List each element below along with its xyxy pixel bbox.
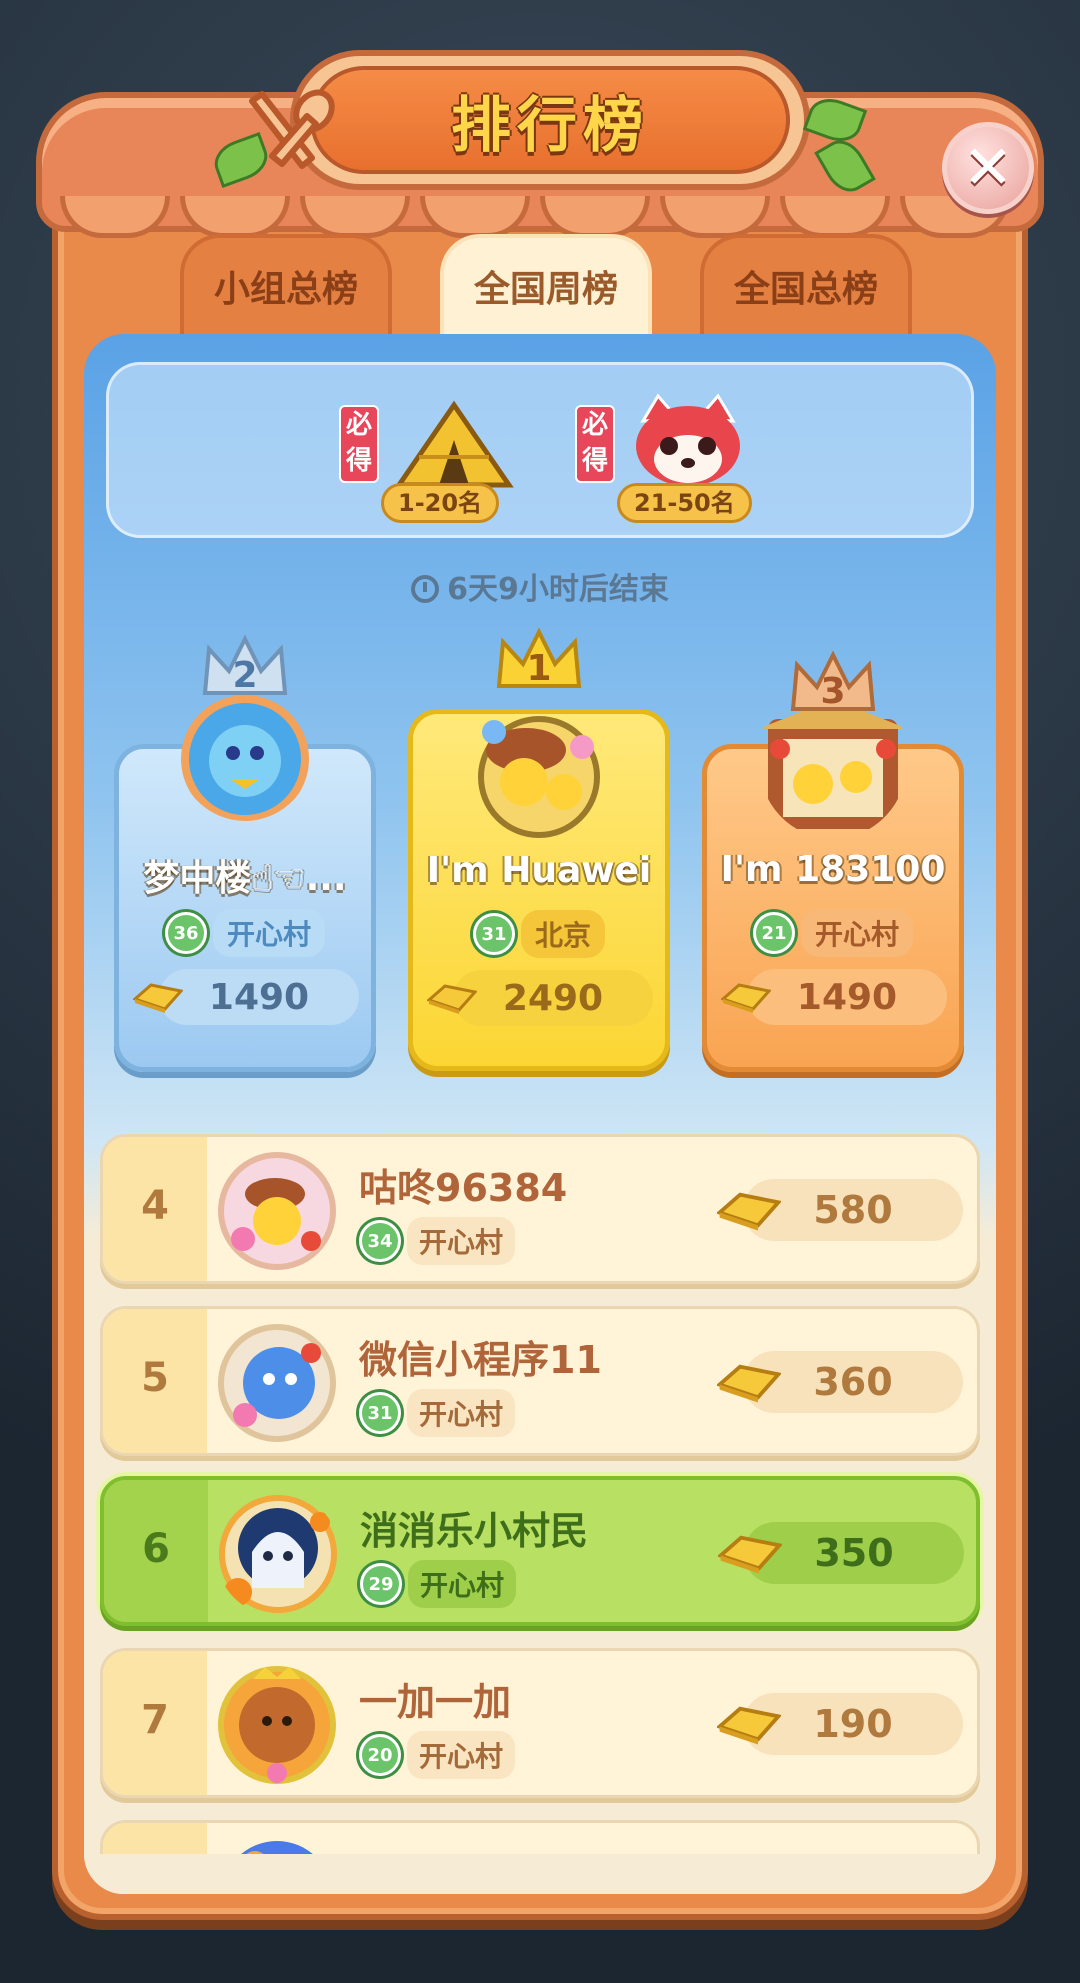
tab-label: 全国总榜 <box>733 269 878 310</box>
gold-bar-icon <box>427 984 477 1014</box>
score-pill: 2490 <box>453 970 653 1026</box>
tab-national-total[interactable]: 全国总榜 <box>700 234 912 334</box>
fork-spoon-icon <box>249 89 335 169</box>
list-item-self[interactable]: 6 消消乐小村民 29 开心村 350 <box>100 1476 980 1626</box>
list-item[interactable]: 4 咕咚96384 34 开心村 580 <box>100 1134 980 1284</box>
player-name: I'm 183100 <box>720 849 946 890</box>
gold-bar-icon <box>717 1192 781 1231</box>
location-label: 开心村 <box>407 1731 516 1779</box>
reward-tag: 必得 <box>339 405 379 483</box>
crown-gold-icon: 1 <box>491 624 587 694</box>
list-item[interactable]: 5 微信小程序11 31 开心村 360 <box>100 1306 980 1456</box>
player-name: 消消乐小村民 <box>360 1509 589 1553</box>
countdown-text: 6天9小时后结束 <box>447 572 669 607</box>
player-name: I'm Huawei <box>426 850 652 891</box>
gold-bar-icon <box>721 983 771 1013</box>
reward-range: 1-20名 <box>381 483 500 523</box>
level-badge: 36 <box>164 912 207 954</box>
row-rank: 4 <box>141 1183 169 1229</box>
page-title: 排行榜 <box>451 90 649 161</box>
player-avatar <box>218 1324 336 1442</box>
player-name: 一加一加 <box>359 1680 512 1724</box>
player-meta: 20 开心村 <box>359 1731 516 1779</box>
gold-bar-icon <box>717 1706 781 1745</box>
player-avatar <box>219 1495 337 1613</box>
player-meta: 36 开心村 <box>119 909 371 957</box>
podium-rank: 3 <box>820 671 846 712</box>
location-label: 开心村 <box>407 1389 516 1437</box>
title-banner: 排行榜 <box>310 66 790 174</box>
player-avatar <box>218 1666 336 1784</box>
score-pill: 1490 <box>747 969 947 1025</box>
crown-silver-icon: 2 <box>197 631 293 701</box>
tent-icon <box>394 400 514 488</box>
player-name: 咕咚96384 <box>359 1166 568 1210</box>
player-meta: 31 开心村 <box>359 1389 516 1437</box>
player-avatar <box>218 1152 336 1270</box>
leaderboard-content[interactable]: 必得 1-20名 必得 21-50名 6天9小时后结束 2 梦中楼☝☜... 3… <box>84 334 996 1894</box>
level-badge: 34 <box>359 1220 401 1262</box>
tab-label: 小组总榜 <box>213 269 358 310</box>
level-badge: 31 <box>472 913 515 955</box>
location-label: 北京 <box>520 910 605 958</box>
podium-card-3[interactable]: 3 I'm 183100 21 开心村 1490 <box>702 650 964 1072</box>
reward-box: 必得 1-20名 必得 21-50名 <box>106 362 974 538</box>
podium-rank: 1 <box>526 648 552 689</box>
gold-bar-icon <box>717 1364 781 1403</box>
list-bottom-edge <box>84 1854 996 1894</box>
location-label: 开心村 <box>408 1560 517 1608</box>
level-badge: 31 <box>359 1392 401 1434</box>
clock-icon <box>411 575 440 603</box>
reward-range: 21-50名 <box>617 483 752 523</box>
red-panda-avatar <box>636 393 740 486</box>
player-meta: 34 开心村 <box>359 1217 516 1265</box>
tab-label: 全国周榜 <box>473 269 618 310</box>
crown-bronze-icon: 3 <box>785 647 881 717</box>
tab-national-weekly[interactable]: 全国周榜 <box>440 234 652 334</box>
player-name: 微信小程序11 <box>359 1338 602 1382</box>
gold-bar-icon <box>718 1535 782 1574</box>
level-badge: 29 <box>360 1563 402 1605</box>
player-meta: 21 开心村 <box>707 909 959 957</box>
podium-card-2[interactable]: 2 梦中楼☝☜... 36 开心村 1490 <box>114 634 376 1072</box>
row-rank: 5 <box>141 1355 169 1401</box>
location-label: 开心村 <box>407 1217 516 1265</box>
row-rank: 6 <box>142 1526 170 1572</box>
gold-bar-icon <box>133 983 183 1013</box>
score-pill: 1490 <box>159 969 359 1025</box>
podium-card-1[interactable]: 1 I'm Huawei 31 北京 2490 <box>408 627 670 1071</box>
list-item[interactable]: 7 一加一加 20 开心村 190 <box>100 1648 980 1798</box>
level-badge: 20 <box>359 1734 401 1776</box>
close-button[interactable]: ✕ <box>942 122 1034 214</box>
location-label: 开心村 <box>212 909 325 957</box>
tab-group-total[interactable]: 小组总榜 <box>180 234 392 334</box>
player-avatar <box>478 716 600 838</box>
level-badge: 21 <box>752 912 795 954</box>
reward-tag: 必得 <box>575 405 615 483</box>
location-label: 开心村 <box>800 909 913 957</box>
player-meta: 29 开心村 <box>360 1560 517 1608</box>
player-meta: 31 北京 <box>413 910 665 958</box>
podium-rank: 2 <box>232 655 258 696</box>
countdown: 6天9小时后结束 <box>84 564 996 608</box>
row-rank: 7 <box>141 1697 169 1743</box>
player-name: 梦中楼☝☜... <box>143 858 347 899</box>
